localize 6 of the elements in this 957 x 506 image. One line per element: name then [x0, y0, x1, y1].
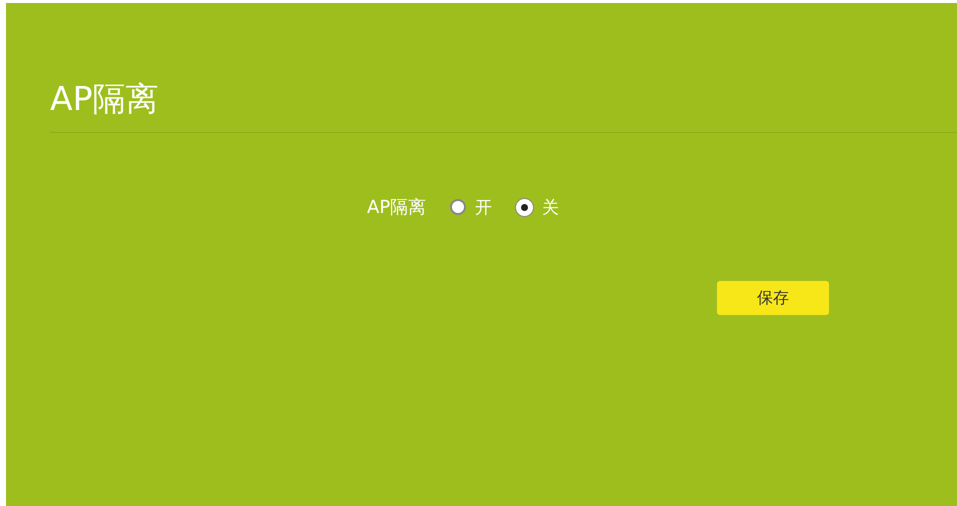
save-button[interactable]: 保存: [717, 281, 829, 315]
radio-button[interactable]: [450, 199, 466, 215]
page-title: AP隔离: [50, 79, 160, 119]
radio-label[interactable]: 关: [542, 196, 560, 218]
radio-label[interactable]: 开: [475, 196, 492, 218]
setting-label: AP隔离: [367, 196, 426, 219]
